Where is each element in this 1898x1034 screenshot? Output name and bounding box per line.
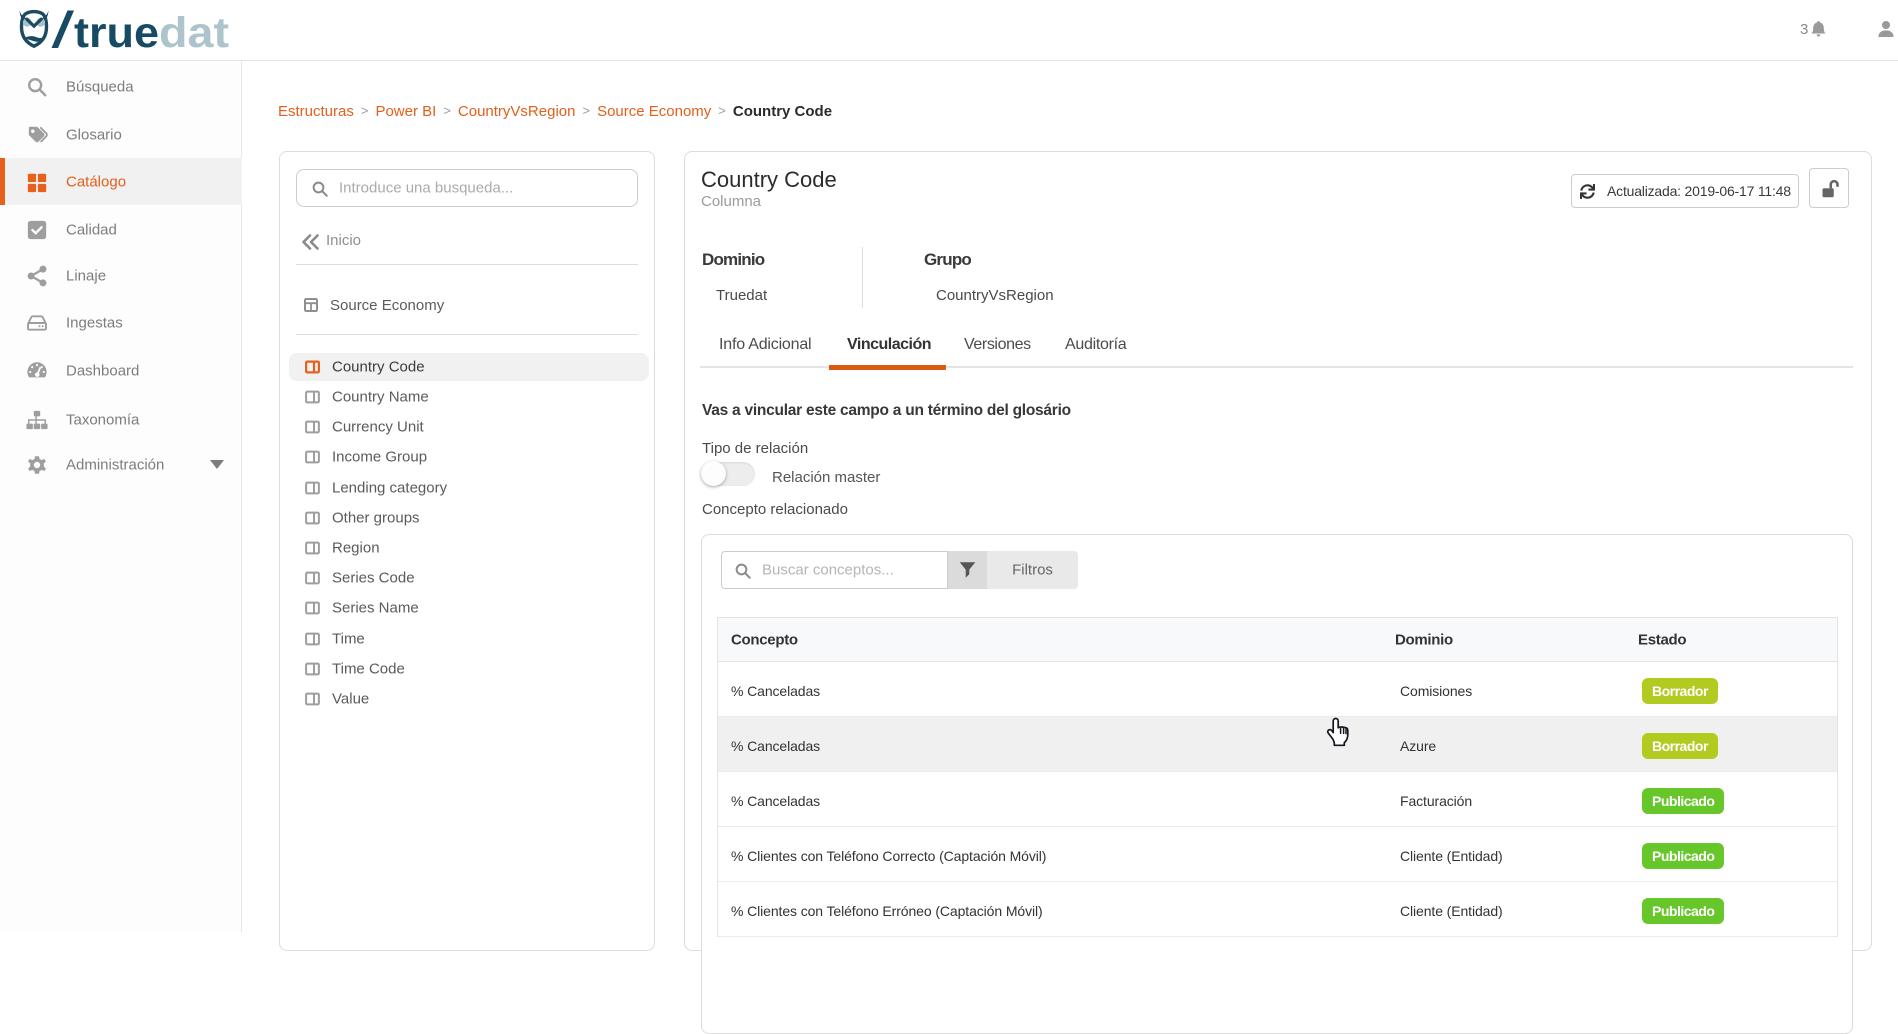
svg-text:true: true	[74, 9, 159, 57]
svg-text:dat: dat	[159, 9, 229, 57]
